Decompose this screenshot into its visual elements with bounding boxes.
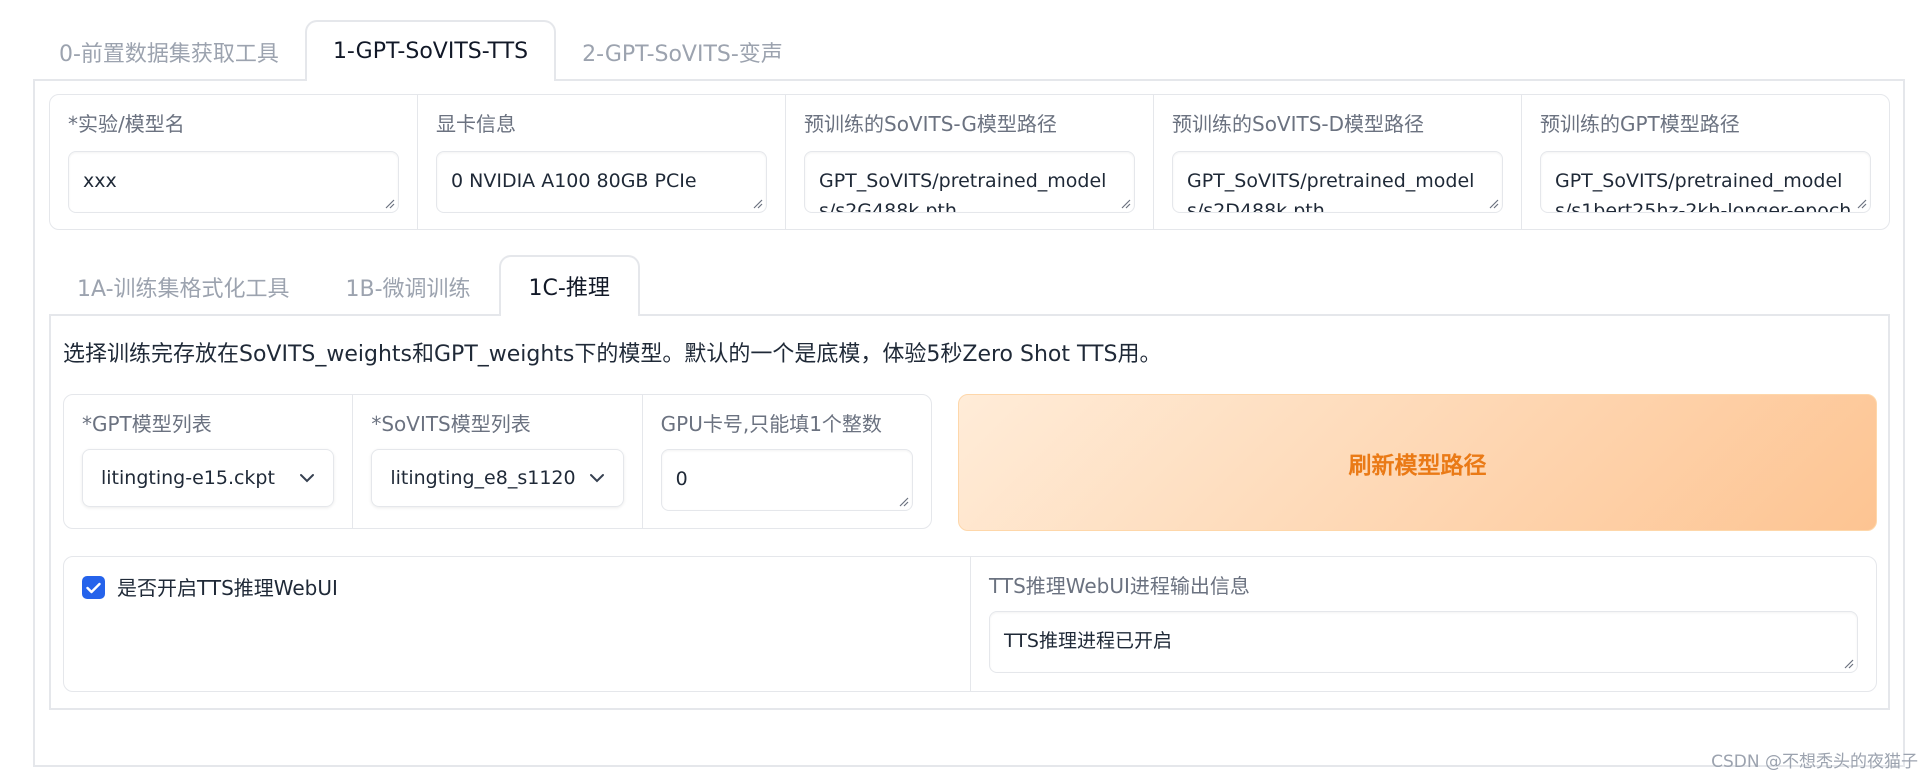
chevron-down-icon <box>589 474 604 483</box>
gpu-info-label: 显卡信息 <box>436 112 516 136</box>
sovits-model-dropdown[interactable]: litingting_e8_s1120 <box>371 449 624 507</box>
resize-grip-icon[interactable] <box>898 496 909 507</box>
pretrained-sovits-g-value: GPT_SoVITS/pretrained_models/s2G488k.pth <box>819 170 1107 213</box>
webui-group: 是否开启TTS推理WebUI TTS推理WebUI进程输出信息 TTS推理进程已… <box>63 556 1877 692</box>
config-row: *实验/模型名 xxx 显卡信息 0 NVIDIA A100 80GB PCIe… <box>49 94 1890 230</box>
webui-output-group: TTS推理WebUI进程输出信息 TTS推理进程已开启 <box>971 557 1876 691</box>
model-select-group: *GPT模型列表 litingting-e15.ckpt *SoVITS模型列表… <box>63 394 932 529</box>
inference-description: 选择训练完存放在SoVITS_weights和GPT_weights下的模型。默… <box>63 342 1162 367</box>
sovits-list-label: *SoVITS模型列表 <box>371 412 531 436</box>
inference-panel: 选择训练完存放在SoVITS_weights和GPT_weights下的模型。默… <box>49 314 1890 710</box>
refresh-model-paths-button[interactable]: 刷新模型路径 <box>958 394 1877 531</box>
resize-grip-icon[interactable] <box>1120 198 1131 209</box>
pretrained-sovits-g-input[interactable]: GPT_SoVITS/pretrained_models/s2G488k.pth <box>804 151 1135 213</box>
checkmark-icon <box>86 582 101 593</box>
chevron-down-icon <box>300 474 315 483</box>
enable-webui-group: 是否开启TTS推理WebUI <box>64 557 971 691</box>
tab-gpt-sovits-tts[interactable]: 1-GPT-SoVITS-TTS <box>304 20 557 83</box>
gpu-info-input[interactable]: 0 NVIDIA A100 80GB PCIe <box>436 151 767 213</box>
gpt-list-label: *GPT模型列表 <box>82 412 212 436</box>
pretrained-sovits-d-label: 预训练的SoVITS-D模型路径 <box>1172 112 1425 136</box>
resize-grip-icon[interactable] <box>384 198 395 209</box>
pretrained-gpt-label: 预训练的GPT模型路径 <box>1540 112 1740 136</box>
pretrained-gpt-group: 预训练的GPT模型路径 GPT_SoVITS/pretrained_models… <box>1522 95 1889 229</box>
exp-name-input[interactable]: xxx <box>68 151 399 213</box>
tab-dataset-format[interactable]: 1A-训练集格式化工具 <box>49 259 318 315</box>
gpt-model-selected: litingting-e15.ckpt <box>101 467 275 489</box>
gpu-number-label: GPU卡号,只能填1个整数 <box>660 412 882 436</box>
enable-webui-label[interactable]: 是否开启TTS推理WebUI <box>117 575 338 601</box>
gpu-info-group: 显卡信息 0 NVIDIA A100 80GB PCIe <box>418 95 786 229</box>
pretrained-sovits-g-group: 预训练的SoVITS-G模型路径 GPT_SoVITS/pretrained_m… <box>786 95 1154 229</box>
enable-webui-checkbox[interactable] <box>82 576 105 599</box>
sub-tab-bar: 1A-训练集格式化工具 1B-微调训练 1C-推理 <box>49 255 640 318</box>
tab-voice-conversion[interactable]: 2-GPT-SoVITS-变声 <box>556 24 809 80</box>
gpu-info-value: 0 NVIDIA A100 80GB PCIe <box>451 170 697 192</box>
pretrained-gpt-input[interactable]: GPT_SoVITS/pretrained_models/s1bert25hz-… <box>1540 151 1871 213</box>
exp-name-label: *实验/模型名 <box>68 112 185 136</box>
exp-name-group: *实验/模型名 xxx <box>50 95 418 229</box>
tab-dataset-tools[interactable]: 0-前置数据集获取工具 <box>33 24 305 80</box>
tts-tab-panel: *实验/模型名 xxx 显卡信息 0 NVIDIA A100 80GB PCIe… <box>33 79 1905 767</box>
sovits-list-group: *SoVITS模型列表 litingting_e8_s1120 <box>353 395 643 528</box>
gpu-number-input[interactable]: 0 <box>660 449 913 511</box>
resize-grip-icon[interactable] <box>1488 198 1499 209</box>
pretrained-sovits-d-input[interactable]: GPT_SoVITS/pretrained_models/s2D488k.pth <box>1172 151 1503 213</box>
webui-output-textbox[interactable]: TTS推理进程已开启 <box>989 611 1858 673</box>
pretrained-sovits-d-value: GPT_SoVITS/pretrained_models/s2D488k.pth <box>1187 170 1475 213</box>
watermark: CSDN @不想秃头的夜猫子 <box>1711 752 1918 772</box>
tab-inference[interactable]: 1C-推理 <box>498 255 640 318</box>
top-tab-bar: 0-前置数据集获取工具 1-GPT-SoVITS-TTS 2-GPT-SoVIT… <box>33 20 809 83</box>
tab-finetune[interactable]: 1B-微调训练 <box>318 259 499 315</box>
resize-grip-icon[interactable] <box>752 198 763 209</box>
pretrained-sovits-g-label: 预训练的SoVITS-G模型路径 <box>804 112 1057 136</box>
gpt-model-dropdown[interactable]: litingting-e15.ckpt <box>82 449 335 507</box>
resize-grip-icon[interactable] <box>1856 198 1867 209</box>
gpt-list-group: *GPT模型列表 litingting-e15.ckpt <box>64 395 354 528</box>
gpu-number-value: 0 <box>675 468 688 490</box>
webui-output-label: TTS推理WebUI进程输出信息 <box>989 574 1250 598</box>
pretrained-gpt-value: GPT_SoVITS/pretrained_models/s1bert25hz-… <box>1555 170 1852 213</box>
sovits-model-selected: litingting_e8_s1120 <box>390 467 576 489</box>
gpu-number-group: GPU卡号,只能填1个整数 0 <box>643 395 931 528</box>
pretrained-sovits-d-group: 预训练的SoVITS-D模型路径 GPT_SoVITS/pretrained_m… <box>1154 95 1522 229</box>
exp-name-value: xxx <box>83 170 117 192</box>
webui-output-value: TTS推理进程已开启 <box>1004 630 1172 652</box>
resize-grip-icon[interactable] <box>1843 658 1854 669</box>
